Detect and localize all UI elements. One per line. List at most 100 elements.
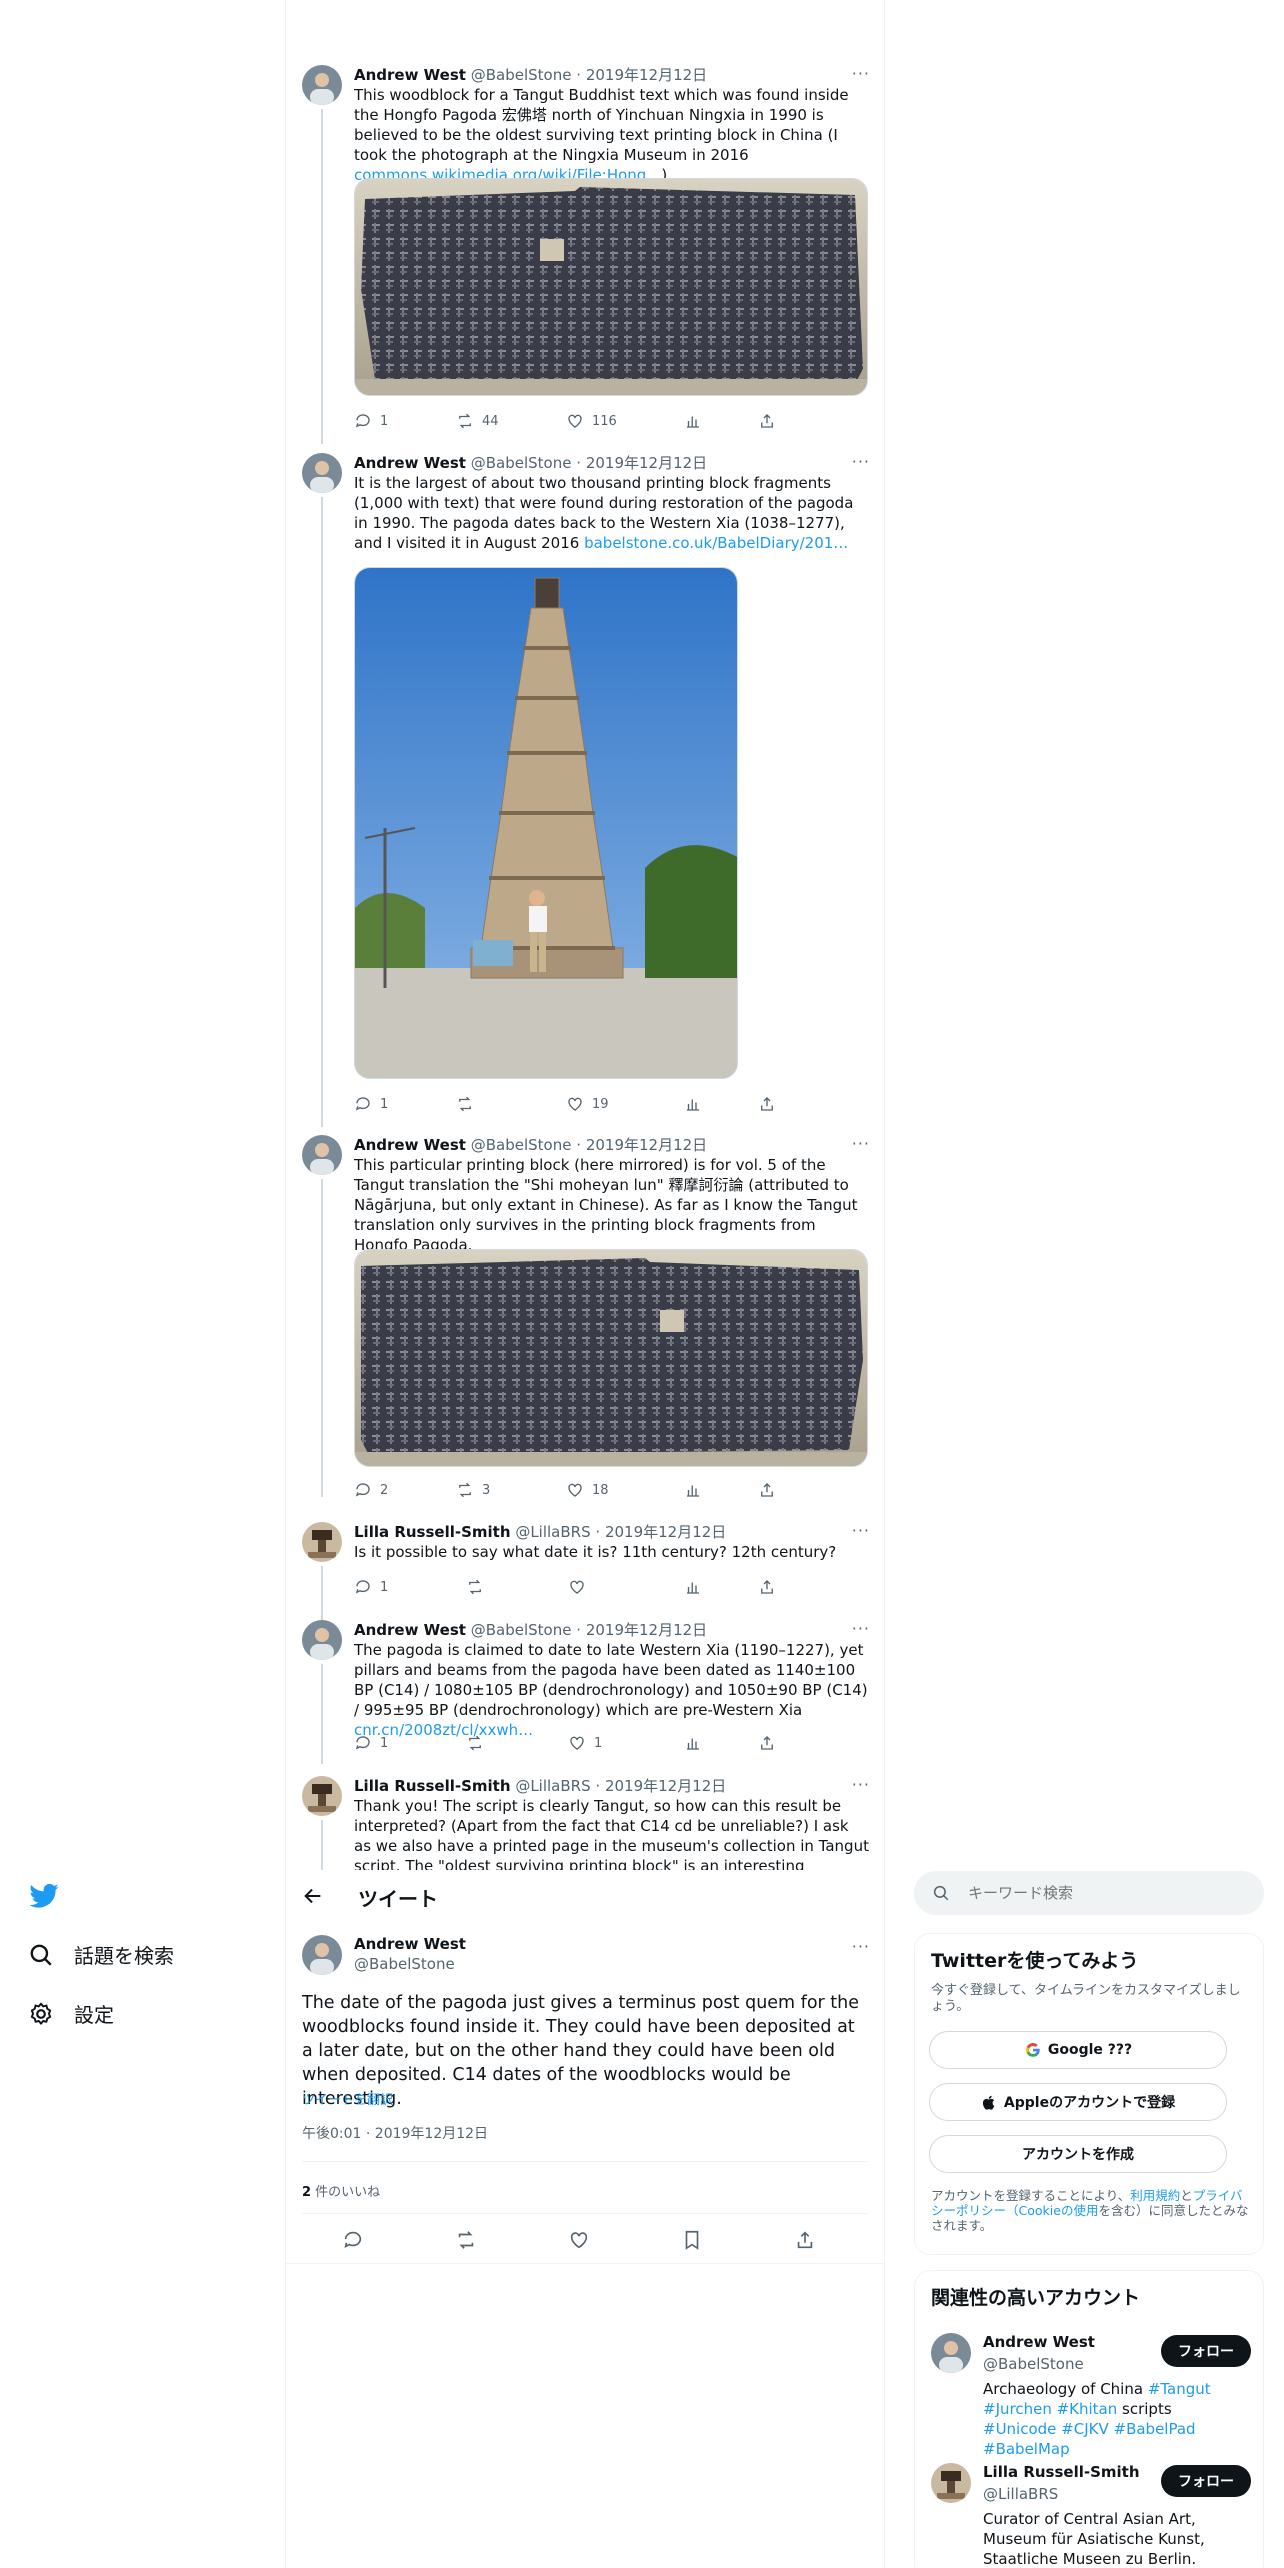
author-name[interactable]: Andrew West: [354, 454, 466, 472]
retweet-button[interactable]: [466, 1734, 484, 1752]
author-name[interactable]: Lilla Russell-Smith: [354, 1523, 511, 1541]
avatar[interactable]: [302, 1935, 342, 1975]
tweet-date[interactable]: 2019年12月12日: [586, 66, 707, 84]
more-icon[interactable]: ···: [852, 453, 870, 471]
author-handle[interactable]: @BabelStone: [471, 454, 572, 472]
tweet-photo-woodblock[interactable]: [354, 178, 868, 396]
avatar[interactable]: [302, 65, 342, 105]
share-button[interactable]: [758, 412, 776, 430]
back-arrow-icon[interactable]: [302, 1885, 324, 1907]
like-button[interactable]: 1: [568, 1734, 602, 1752]
retweet-button[interactable]: 3: [456, 1481, 490, 1499]
likes-count[interactable]: 2 件のいいね: [302, 2181, 380, 2200]
apple-signup-button[interactable]: Appleのアカウントで登録: [929, 2083, 1227, 2121]
author-name[interactable]: Andrew West: [354, 1621, 466, 1639]
tweet-date[interactable]: 2019年12月12日: [605, 1523, 726, 1541]
tweet-photo-woodblock-mirrored[interactable]: [354, 1249, 868, 1467]
reply-button[interactable]: 1: [354, 1734, 388, 1752]
avatar[interactable]: [302, 453, 342, 493]
retweet-button[interactable]: [466, 1578, 484, 1596]
search-box[interactable]: [914, 1871, 1264, 1915]
thread-tweet[interactable]: Andrew West @BabelStone · 2019年12月12日 ··…: [286, 1135, 884, 1498]
like-button[interactable]: 18: [566, 1481, 609, 1499]
author-name[interactable]: Andrew West: [354, 66, 466, 84]
google-signup-button[interactable]: Google ???: [929, 2031, 1227, 2069]
avatar[interactable]: [302, 1135, 342, 1175]
share-button[interactable]: [758, 1734, 776, 1752]
avatar[interactable]: [302, 1776, 342, 1816]
avatar[interactable]: [302, 1522, 342, 1562]
avatar[interactable]: [931, 2463, 971, 2503]
follow-button[interactable]: フォロー: [1161, 2465, 1251, 2497]
account-name[interactable]: Andrew West: [983, 2333, 1095, 2351]
like-button[interactable]: [568, 1578, 586, 1596]
nav-settings[interactable]: 設定: [28, 1999, 114, 2028]
translate-link[interactable]: ツイートを翻訳: [302, 2089, 393, 2108]
share-button[interactable]: [758, 1578, 776, 1596]
author-name[interactable]: Lilla Russell-Smith: [354, 1777, 511, 1795]
author-handle[interactable]: @LillaBRS: [515, 1777, 590, 1795]
twitter-logo-icon[interactable]: [28, 1880, 60, 1912]
author-handle[interactable]: @LillaBRS: [515, 1523, 590, 1541]
share-button[interactable]: [758, 1481, 776, 1499]
tweet-date[interactable]: 2019年12月12日: [586, 1136, 707, 1154]
analytics-button[interactable]: [684, 1095, 702, 1113]
follow-button[interactable]: フォロー: [1161, 2335, 1251, 2367]
reply-button[interactable]: 2: [354, 1481, 388, 1499]
more-icon[interactable]: ···: [852, 1620, 870, 1638]
tweet-date[interactable]: 2019年12月12日: [586, 1621, 707, 1639]
tweet-photo-pagoda[interactable]: [354, 567, 738, 1079]
search-input[interactable]: [968, 1884, 1248, 1902]
reply-button[interactable]: 1: [354, 1578, 388, 1596]
analytics-button[interactable]: [684, 412, 702, 430]
heart-icon[interactable]: [568, 2229, 590, 2251]
thread-tweet[interactable]: Lilla Russell-Smith @LillaBRS · 2019年12月…: [286, 1776, 884, 1870]
author-handle[interactable]: @BabelStone: [471, 66, 572, 84]
more-icon[interactable]: ···: [852, 65, 870, 83]
retweet-button[interactable]: 44: [456, 412, 499, 430]
hashtag-link[interactable]: #Unicode #CJKV #BabelPad #BabelMap: [983, 2420, 1196, 2458]
retweet-icon[interactable]: [455, 2229, 477, 2251]
terms-link[interactable]: 利用規約: [1130, 2188, 1180, 2203]
share-button[interactable]: [758, 1095, 776, 1113]
analytics-button[interactable]: [684, 1734, 702, 1752]
create-account-button[interactable]: アカウントを作成: [929, 2135, 1227, 2173]
account-handle[interactable]: @BabelStone: [983, 2355, 1084, 2373]
author-handle[interactable]: @BabelStone: [354, 1955, 455, 1973]
tweet-timestamp[interactable]: 午後0:01 · 2019年12月12日: [302, 2123, 488, 2143]
account-name[interactable]: Lilla Russell-Smith: [983, 2463, 1140, 2481]
reply-button[interactable]: 1: [354, 412, 388, 430]
more-icon[interactable]: ···: [852, 1937, 870, 1956]
thread-tweet[interactable]: Andrew West @BabelStone · 2019年12月12日 ··…: [286, 65, 884, 444]
reply-icon[interactable]: [342, 2229, 364, 2251]
retweet-button[interactable]: [456, 1095, 482, 1113]
account-suggestion[interactable]: Andrew West @BabelStone フォロー Archaeology…: [931, 2333, 1251, 2458]
account-suggestion[interactable]: Lilla Russell-Smith @LillaBRS フォロー Curat…: [931, 2463, 1251, 2568]
bookmark-icon[interactable]: [681, 2229, 703, 2251]
more-icon[interactable]: ···: [852, 1776, 870, 1794]
account-handle[interactable]: @LillaBRS: [983, 2485, 1058, 2503]
avatar[interactable]: [931, 2333, 971, 2373]
author-name[interactable]: Andrew West: [354, 1935, 466, 1953]
more-icon[interactable]: ···: [852, 1522, 870, 1540]
nav-explore[interactable]: 話題を検索: [28, 1940, 174, 1969]
author-handle[interactable]: @BabelStone: [471, 1136, 572, 1154]
analytics-button[interactable]: [684, 1578, 702, 1596]
author-handle[interactable]: @BabelStone: [471, 1621, 572, 1639]
more-icon[interactable]: ···: [852, 1135, 870, 1153]
reply-button[interactable]: 1: [354, 1095, 388, 1113]
tweet-date[interactable]: 2019年12月12日: [586, 454, 707, 472]
cookie-link[interactable]: （Cookieの使用: [1006, 2203, 1098, 2218]
author-name[interactable]: Andrew West: [354, 1136, 466, 1154]
analytics-button[interactable]: [684, 1481, 702, 1499]
avatar[interactable]: [302, 1620, 342, 1660]
thread-tweet[interactable]: Andrew West @BabelStone · 2019年12月12日 ··…: [286, 453, 884, 1127]
tweet-date[interactable]: 2019年12月12日: [605, 1777, 726, 1795]
like-button[interactable]: 116: [566, 412, 617, 430]
thread-tweet[interactable]: Lilla Russell-Smith @LillaBRS · 2019年12月…: [286, 1522, 884, 1622]
share-icon[interactable]: [794, 2229, 816, 2251]
tweet-link[interactable]: babelstone.co.uk/BabelDiary/201…: [584, 534, 848, 552]
like-button[interactable]: 19: [566, 1095, 609, 1113]
thread-timeline[interactable]: Andrew West @BabelStone · 2019年12月12日 ··…: [286, 0, 884, 1870]
thread-tweet[interactable]: Andrew West @BabelStone · 2019年12月12日 ··…: [286, 1620, 884, 1764]
